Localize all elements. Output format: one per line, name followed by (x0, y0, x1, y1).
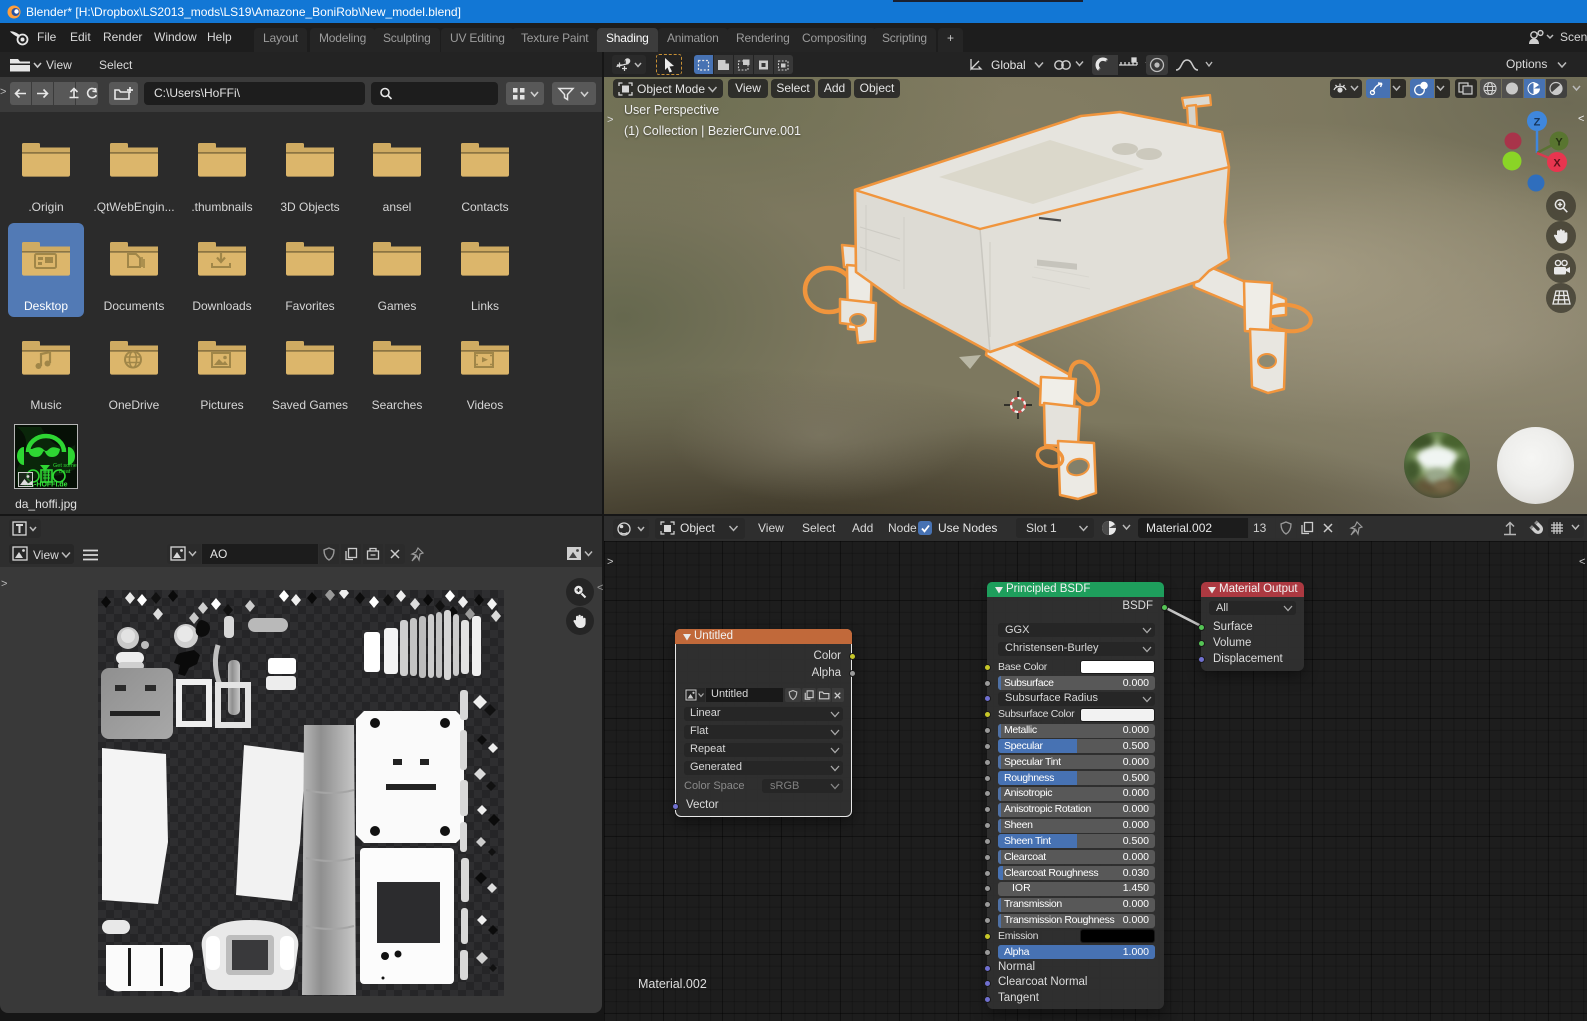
svg-text:X: X (1553, 158, 1561, 170)
svg-text:Z: Z (1534, 117, 1541, 129)
svg-text:Y: Y (1555, 137, 1563, 149)
